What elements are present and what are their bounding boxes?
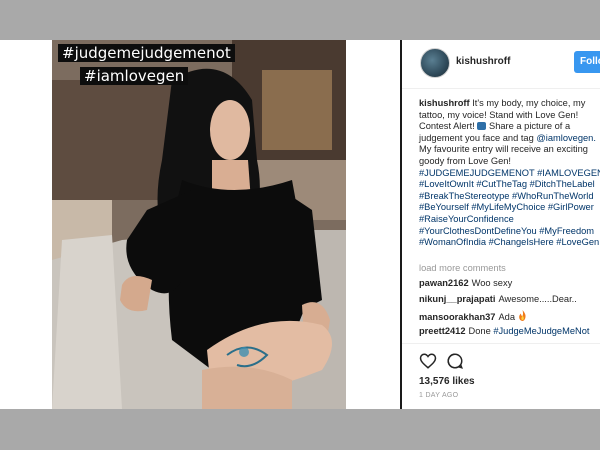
post-image[interactable]: #judgemejudgemenot #iamlovegen <box>52 40 346 409</box>
instagram-post: #judgemejudgemenot #iamlovegen kishushro… <box>0 40 600 409</box>
photo-hashtag-2: #iamlovegen <box>80 67 189 85</box>
fire-emoji-icon <box>518 310 526 321</box>
likes-count[interactable]: 13,576 likes <box>419 376 475 387</box>
post-username[interactable]: kishushroff <box>456 56 510 67</box>
comment-username[interactable]: mansoorakhan37 <box>419 312 495 322</box>
post-timestamp: 1 DAY AGO <box>419 392 459 399</box>
header-divider <box>402 88 600 89</box>
comment-username[interactable]: preett2412 <box>419 326 466 336</box>
post-caption: kishushroff It's my body, my choice, my … <box>419 98 600 249</box>
comment-hashtag[interactable]: #JudgeMeJudgeMeNot <box>493 326 589 336</box>
caption-mention[interactable]: @iamlovegen. <box>536 133 596 143</box>
caption-hashtags[interactable]: #JUDGEMEJUDGEMENOT #IAMLOVEGEN #LoveItOw… <box>419 168 600 249</box>
comment-text: Done <box>468 326 491 336</box>
comment-icon[interactable] <box>446 352 464 370</box>
comment-item: pawan2162 Woo sexy <box>419 278 512 288</box>
photo-hashtag-1: #judgemejudgemenot <box>58 44 235 62</box>
caption-username[interactable]: kishushroff <box>419 98 470 108</box>
comment-item: nikunj__prajapati Awesome.....Dear.. <box>419 294 577 304</box>
comment-username[interactable]: pawan2162 <box>419 278 469 288</box>
camera-emoji-icon <box>477 122 487 131</box>
comment-item: preett2412 Done #JudgeMeJudgeMeNot <box>419 326 589 336</box>
comments-divider <box>402 343 600 344</box>
caption-text-3: My favourite entry will receive an excit… <box>419 144 588 166</box>
photo-illustration <box>52 40 346 409</box>
comment-text: Awesome.....Dear.. <box>498 294 577 304</box>
avatar[interactable] <box>420 48 450 78</box>
comment-text: Woo sexy <box>471 278 513 288</box>
comment-text: Ada <box>498 312 516 322</box>
comment-username[interactable]: nikunj__prajapati <box>419 294 495 304</box>
follow-button[interactable]: Follow <box>574 51 600 73</box>
comment-item: mansoorakhan37 Ada <box>419 310 527 322</box>
panel-divider <box>400 40 402 409</box>
heart-icon[interactable] <box>419 352 437 370</box>
load-more-comments[interactable]: load more comments <box>419 263 506 273</box>
